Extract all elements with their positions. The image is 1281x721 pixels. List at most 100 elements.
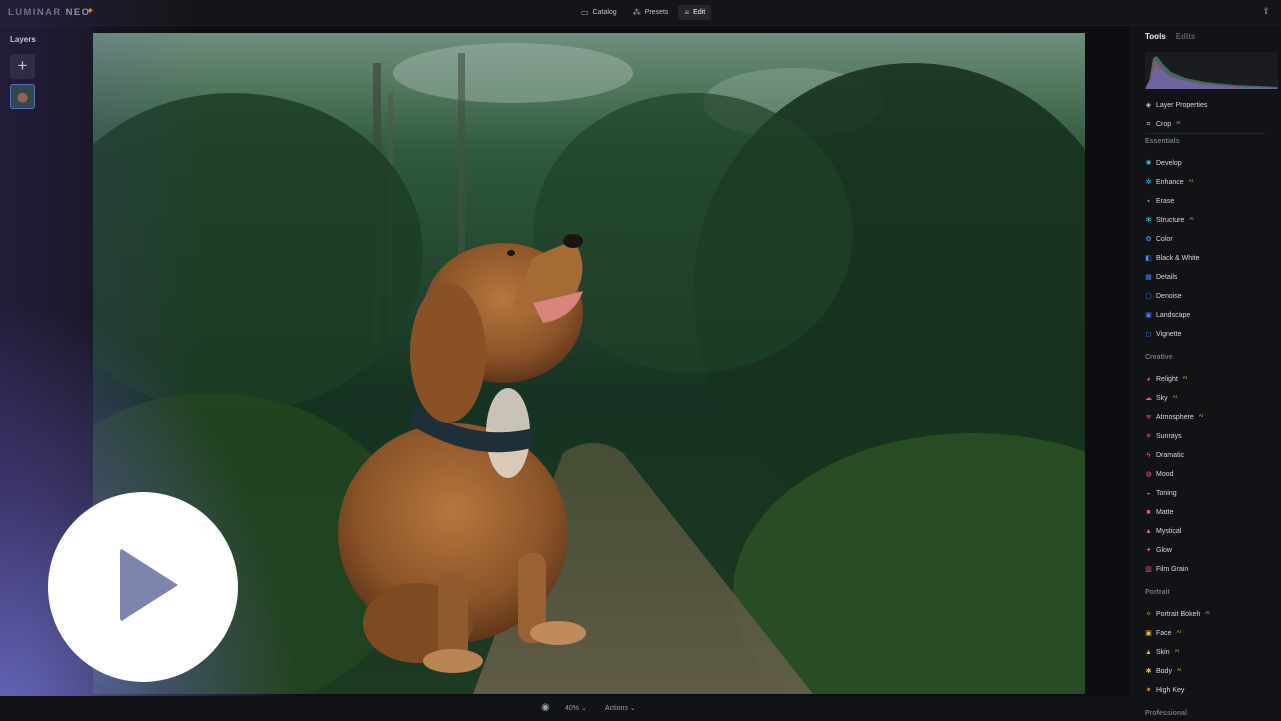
chevron-down-icon: ⌄ bbox=[580, 705, 587, 712]
tab-tools[interactable]: Tools bbox=[1145, 32, 1166, 41]
tool-vignette[interactable]: ◻ Vignette bbox=[1145, 328, 1182, 340]
actions-dropdown[interactable]: Actions ⌄ bbox=[605, 704, 636, 712]
tool-relight[interactable]: ◕ Relight AI bbox=[1145, 373, 1187, 385]
tool-label: Vignette bbox=[1156, 330, 1182, 338]
tool-label: Enhance bbox=[1156, 178, 1184, 186]
color-icon: ✿ bbox=[1145, 235, 1152, 243]
tool-landscape[interactable]: ▣ Landscape bbox=[1145, 309, 1190, 321]
tool-label: Body bbox=[1156, 667, 1172, 675]
layers-icon: ◈ bbox=[1145, 101, 1152, 109]
tool-erase[interactable]: ▪ Erase bbox=[1145, 195, 1174, 207]
sunrays-icon: ✳ bbox=[1145, 432, 1152, 440]
nav-catalog[interactable]: ▭ Catalog bbox=[575, 5, 623, 20]
tool-label: Landscape bbox=[1156, 311, 1191, 319]
tool-label: Relight bbox=[1156, 375, 1178, 383]
mystical-icon: ▲ bbox=[1145, 527, 1152, 535]
tool-label: Black & White bbox=[1156, 254, 1200, 262]
tool-black-white[interactable]: ◧ Black & White bbox=[1145, 252, 1200, 264]
tool-dramatic[interactable]: ϟ Dramatic bbox=[1145, 449, 1184, 461]
ai-badge: AI bbox=[1176, 119, 1181, 125]
zoom-dropdown[interactable]: 40% ⌄ bbox=[565, 704, 587, 712]
tool-color[interactable]: ✿ Color bbox=[1145, 233, 1173, 245]
add-layer-button[interactable]: + bbox=[10, 54, 35, 79]
top-bar: LUMINAR NEO ✦ ▭ Catalog ⁂ Presets ≡ Edit… bbox=[0, 0, 1281, 26]
ai-badge: AI bbox=[1182, 374, 1188, 380]
toning-icon: ◒ bbox=[1146, 489, 1151, 497]
nav-presets[interactable]: ⁂ Presets bbox=[627, 5, 675, 20]
tool-denoise[interactable]: ▢ Denoise bbox=[1145, 290, 1182, 302]
tool-enhance[interactable]: ✲ Enhance AI bbox=[1145, 176, 1193, 188]
ai-badge: AI bbox=[1172, 393, 1177, 399]
tool-label: High Key bbox=[1156, 686, 1185, 694]
tool-label: Atmosphere bbox=[1156, 413, 1194, 421]
photo-image bbox=[93, 33, 1085, 694]
tool-atmosphere[interactable]: ≋ Atmosphere AI bbox=[1145, 411, 1203, 423]
tool-matte[interactable]: ■ Matte bbox=[1145, 506, 1174, 518]
tool-label: Details bbox=[1156, 273, 1178, 281]
tool-label: Erase bbox=[1156, 197, 1175, 205]
section-essentials: Essentials bbox=[1145, 138, 1180, 145]
tool-label: Layer Properties bbox=[1156, 101, 1208, 109]
tool-label: Color bbox=[1156, 235, 1173, 243]
enhance-icon: ✲ bbox=[1145, 178, 1152, 186]
tool-body[interactable]: ✱ Body AI bbox=[1145, 665, 1182, 677]
tool-structure[interactable]: ✻ Structure AI bbox=[1145, 214, 1194, 226]
tool-film-grain[interactable]: ▥ Film Grain bbox=[1145, 563, 1188, 575]
play-icon bbox=[120, 548, 178, 622]
main-navigation: ▭ Catalog ⁂ Presets ≡ Edit bbox=[575, 5, 712, 20]
atmosphere-icon: ≋ bbox=[1145, 413, 1152, 421]
tool-label: Film Grain bbox=[1156, 565, 1189, 573]
chevron-down-icon: ⌄ bbox=[629, 705, 636, 712]
vignette-icon: ◻ bbox=[1145, 330, 1152, 338]
extension-icon[interactable]: ✦ bbox=[86, 6, 94, 17]
tab-edits[interactable]: Edits bbox=[1176, 32, 1196, 41]
layer-thumbnail[interactable] bbox=[10, 84, 35, 109]
tool-toning[interactable]: ◒ Toning bbox=[1145, 487, 1176, 499]
tool-sunrays[interactable]: ✳ Sunrays bbox=[1145, 430, 1182, 442]
body-icon: ✱ bbox=[1145, 667, 1152, 675]
relight-icon: ◕ bbox=[1146, 375, 1151, 383]
tool-label: Skin bbox=[1156, 648, 1170, 656]
erase-icon: ▪ bbox=[1147, 197, 1150, 205]
photo-canvas[interactable] bbox=[93, 33, 1085, 694]
tool-label: Dramatic bbox=[1156, 451, 1185, 459]
nav-edit[interactable]: ≡ Edit bbox=[678, 5, 712, 20]
tool-label: Sky bbox=[1156, 394, 1168, 402]
histogram bbox=[1145, 52, 1278, 89]
ai-badge: AI bbox=[1174, 647, 1179, 653]
tool-sky[interactable]: ☁ Sky AI bbox=[1145, 392, 1177, 404]
tool-mystical[interactable]: ▲ Mystical bbox=[1145, 525, 1181, 537]
crop-icon: ⌗ bbox=[1146, 120, 1151, 128]
tool-crop[interactable]: ⌗ Crop AI bbox=[1145, 118, 1181, 130]
nav-label: Catalog bbox=[592, 9, 617, 16]
tool-face[interactable]: ▣ Face AI bbox=[1145, 627, 1181, 639]
section-professional: Professional bbox=[1145, 710, 1188, 717]
face-icon: ▣ bbox=[1145, 629, 1152, 637]
tool-details[interactable]: ▦ Details bbox=[1145, 271, 1177, 283]
tool-label: Face bbox=[1156, 629, 1172, 637]
denoise-icon: ▢ bbox=[1145, 292, 1152, 300]
tool-portrait-bokeh[interactable]: ✧ Portrait Bokeh AI bbox=[1145, 608, 1210, 620]
tool-label: Develop bbox=[1156, 159, 1182, 167]
tool-mood[interactable]: ◍ Mood bbox=[1145, 468, 1173, 480]
bottom-bar: ◉ 40% ⌄ Actions ⌄ bbox=[0, 696, 1281, 721]
tool-label: Glow bbox=[1156, 546, 1172, 554]
share-icon[interactable]: ⇪ bbox=[1262, 6, 1270, 17]
layers-title: Layers bbox=[10, 35, 36, 44]
skin-icon: ▲ bbox=[1145, 648, 1152, 656]
tool-layer-properties[interactable]: ◈ Layer Properties bbox=[1145, 99, 1208, 111]
presets-icon: ⁂ bbox=[632, 8, 641, 17]
tool-glow[interactable]: ✦ Glow bbox=[1145, 544, 1172, 556]
play-button[interactable] bbox=[48, 492, 238, 682]
actions-label: Actions bbox=[605, 705, 628, 712]
eye-icon[interactable]: ◉ bbox=[541, 702, 550, 713]
app-logo: LUMINAR NEO bbox=[8, 7, 90, 18]
tool-develop[interactable]: ✺ Develop bbox=[1145, 157, 1182, 169]
tool-label: Denoise bbox=[1156, 292, 1182, 300]
high-key-icon: ✶ bbox=[1145, 686, 1152, 694]
tool-skin[interactable]: ▲ Skin AI bbox=[1145, 646, 1179, 658]
tool-label: Matte bbox=[1156, 508, 1174, 516]
dramatic-icon: ϟ bbox=[1146, 451, 1151, 459]
tool-label: Portrait Bokeh bbox=[1156, 610, 1201, 618]
tool-high-key[interactable]: ✶ High Key bbox=[1145, 684, 1185, 696]
